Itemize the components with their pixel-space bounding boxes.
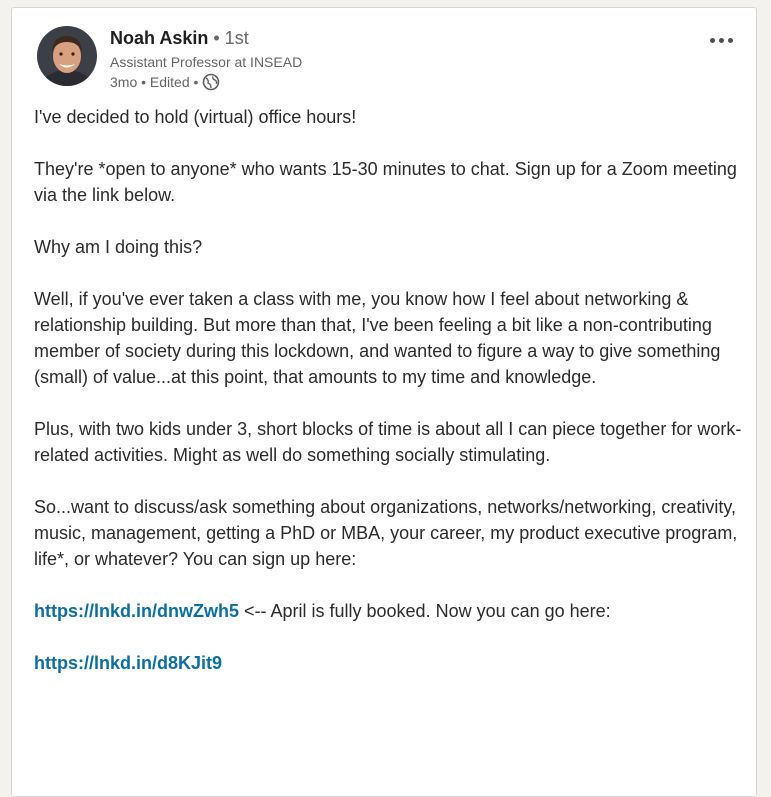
more-options-icon[interactable] — [704, 32, 738, 48]
post-paragraph: https://lnkd.in/dnwZwh5 <-- April is ful… — [34, 598, 746, 624]
post-paragraph: They're *open to anyone* who wants 15-30… — [34, 159, 737, 205]
post-paragraph: Plus, with two kids under 3, short block… — [34, 419, 742, 465]
avatar[interactable] — [37, 26, 97, 86]
post-paragraph: Well, if you've ever taken a class with … — [34, 289, 721, 387]
post-paragraph: So...want to discuss/ask something about… — [34, 497, 738, 569]
post-paragraph: I've decided to hold (virtual) office ho… — [34, 107, 357, 127]
author-name[interactable]: Noah Askin — [110, 28, 208, 48]
post-meta: 3mo • Edited • — [110, 72, 220, 92]
connection-degree: • 1st — [213, 28, 249, 48]
signup-link-2[interactable]: https://lnkd.in/d8KJit9 — [34, 653, 222, 673]
post-body: I've decided to hold (virtual) office ho… — [34, 104, 746, 702]
post-time: 3mo • Edited • — [110, 74, 199, 90]
globe-icon — [202, 73, 220, 91]
link-note: <-- April is fully booked. Now you can g… — [238, 601, 611, 621]
author-headline: Assistant Professor at INSEAD — [110, 54, 303, 70]
post-card: Noah Askin • 1st Assistant Professor at … — [11, 7, 757, 797]
post-paragraph: Why am I doing this? — [34, 237, 203, 257]
author-name-line: Noah Askin • 1st — [110, 26, 249, 50]
post-paragraph: https://lnkd.in/d8KJit9 — [34, 650, 746, 676]
signup-link-1[interactable]: https://lnkd.in/dnwZwh5 — [34, 601, 239, 621]
